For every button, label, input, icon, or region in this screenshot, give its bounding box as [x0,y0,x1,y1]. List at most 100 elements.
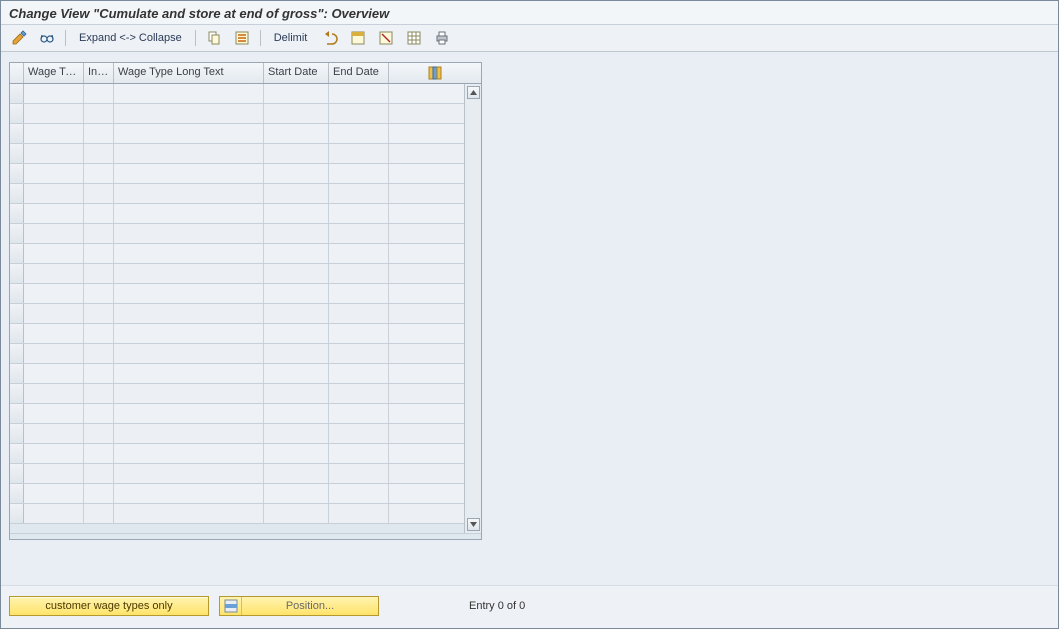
cell-long-text[interactable] [114,144,264,163]
cell-wage-type[interactable] [24,464,84,483]
row-selector[interactable] [10,124,24,143]
cell-inf[interactable] [84,144,114,163]
cell-start-date[interactable] [264,384,329,403]
cell-inf[interactable] [84,504,114,523]
cell-wage-type[interactable] [24,204,84,223]
cell-inf[interactable] [84,464,114,483]
cell-long-text[interactable] [114,384,264,403]
cell-inf[interactable] [84,124,114,143]
row-selector[interactable] [10,344,24,363]
cell-end-date[interactable] [329,404,389,423]
cell-end-date[interactable] [329,464,389,483]
row-selector[interactable] [10,104,24,123]
cell-long-text[interactable] [114,324,264,343]
row-selector[interactable] [10,504,24,523]
cell-inf[interactable] [84,384,114,403]
cell-wage-type[interactable] [24,124,84,143]
cell-end-date[interactable] [329,204,389,223]
deselect-all-button[interactable] [374,28,398,48]
row-selector[interactable] [10,304,24,323]
cell-wage-type[interactable] [24,424,84,443]
cell-long-text[interactable] [114,104,264,123]
cell-wage-type[interactable] [24,384,84,403]
cell-end-date[interactable] [329,284,389,303]
cell-wage-type[interactable] [24,224,84,243]
row-selector[interactable] [10,404,24,423]
cell-inf[interactable] [84,164,114,183]
cell-wage-type[interactable] [24,344,84,363]
select-block-button[interactable] [346,28,370,48]
cell-inf[interactable] [84,284,114,303]
cell-end-date[interactable] [329,144,389,163]
cell-long-text[interactable] [114,284,264,303]
position-button[interactable]: Position... [219,596,379,616]
table-configure-button[interactable] [389,63,481,83]
col-header-end-date[interactable]: End Date [329,63,389,83]
cell-start-date[interactable] [264,244,329,263]
cell-long-text[interactable] [114,444,264,463]
row-selector[interactable] [10,244,24,263]
vertical-scrollbar[interactable] [464,84,481,533]
cell-start-date[interactable] [264,224,329,243]
cell-start-date[interactable] [264,164,329,183]
cell-start-date[interactable] [264,184,329,203]
row-selector[interactable] [10,484,24,503]
cell-start-date[interactable] [264,364,329,383]
cell-end-date[interactable] [329,84,389,103]
customer-wage-types-button[interactable]: customer wage types only [9,596,209,616]
scroll-down-button[interactable] [467,518,480,531]
row-selector[interactable] [10,444,24,463]
cell-long-text[interactable] [114,464,264,483]
row-selector[interactable] [10,204,24,223]
cell-end-date[interactable] [329,124,389,143]
cell-inf[interactable] [84,264,114,283]
cell-wage-type[interactable] [24,404,84,423]
delimit-button[interactable]: Delimit [267,28,315,48]
cell-inf[interactable] [84,364,114,383]
cell-inf[interactable] [84,104,114,123]
cell-long-text[interactable] [114,364,264,383]
cell-long-text[interactable] [114,404,264,423]
cell-long-text[interactable] [114,504,264,523]
cell-long-text[interactable] [114,124,264,143]
row-selector[interactable] [10,164,24,183]
cell-end-date[interactable] [329,264,389,283]
cell-long-text[interactable] [114,224,264,243]
cell-end-date[interactable] [329,444,389,463]
cell-wage-type[interactable] [24,144,84,163]
cell-end-date[interactable] [329,384,389,403]
cell-start-date[interactable] [264,264,329,283]
cell-inf[interactable] [84,484,114,503]
cell-inf[interactable] [84,424,114,443]
cell-start-date[interactable] [264,324,329,343]
select-all-button[interactable] [230,28,254,48]
cell-inf[interactable] [84,404,114,423]
cell-start-date[interactable] [264,424,329,443]
cell-end-date[interactable] [329,104,389,123]
cell-long-text[interactable] [114,484,264,503]
cell-wage-type[interactable] [24,364,84,383]
cell-start-date[interactable] [264,484,329,503]
row-selector[interactable] [10,384,24,403]
cell-inf[interactable] [84,244,114,263]
cell-start-date[interactable] [264,404,329,423]
row-selector[interactable] [10,424,24,443]
cell-wage-type[interactable] [24,264,84,283]
col-header-inf[interactable]: Inf... [84,63,114,83]
cell-long-text[interactable] [114,164,264,183]
scroll-up-button[interactable] [467,86,480,99]
change-display-button[interactable] [7,28,31,48]
cell-long-text[interactable] [114,244,264,263]
cell-wage-type[interactable] [24,484,84,503]
cell-end-date[interactable] [329,184,389,203]
row-selector[interactable] [10,284,24,303]
cell-start-date[interactable] [264,464,329,483]
cell-long-text[interactable] [114,304,264,323]
cell-start-date[interactable] [264,104,329,123]
cell-start-date[interactable] [264,284,329,303]
cell-inf[interactable] [84,84,114,103]
cell-start-date[interactable] [264,124,329,143]
expand-collapse-button[interactable]: Expand <-> Collapse [72,28,189,48]
cell-wage-type[interactable] [24,504,84,523]
table-settings-button[interactable] [402,28,426,48]
